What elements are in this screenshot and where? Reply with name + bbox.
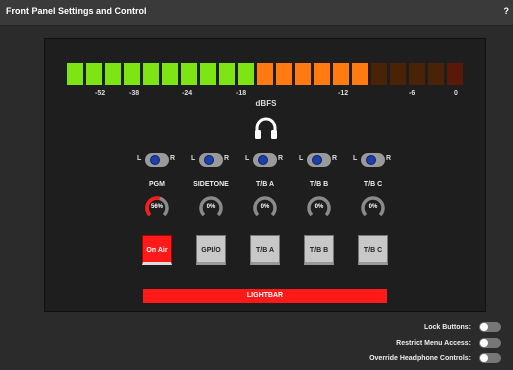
channel-button-tb-b[interactable]: T/B B bbox=[304, 235, 334, 265]
pan-knob bbox=[258, 155, 268, 165]
meter-tick: -18 bbox=[236, 90, 247, 97]
meter-tick: -52 bbox=[95, 90, 106, 97]
meter-segment bbox=[371, 63, 387, 85]
channel-button-tb-a[interactable]: T/B A bbox=[250, 235, 280, 265]
channel-button-sidetone[interactable]: GPI/O bbox=[196, 235, 226, 265]
level-dial-tb-b[interactable]: 0% bbox=[306, 195, 332, 221]
headphones-icon bbox=[255, 117, 277, 139]
pan-left-label: L bbox=[299, 155, 304, 162]
pan-knob bbox=[312, 155, 322, 165]
pan-right-label: R bbox=[224, 155, 230, 162]
pan-knob bbox=[366, 155, 376, 165]
meter-tick: -38 bbox=[129, 90, 140, 97]
pan-left-label: L bbox=[245, 155, 250, 162]
level-dial-tb-c[interactable]: 0% bbox=[360, 195, 386, 221]
dial-value: 56% bbox=[150, 204, 163, 210]
lock-buttons-label: Lock Buttons: bbox=[423, 324, 471, 331]
meter-segment bbox=[200, 63, 216, 85]
lock-buttons-toggle[interactable] bbox=[479, 322, 501, 332]
channel-button-tb-c[interactable]: T/B C bbox=[358, 235, 388, 265]
meter-segment bbox=[181, 63, 197, 85]
pan-right-label: R bbox=[278, 155, 284, 162]
pan-slider-tb-c[interactable] bbox=[361, 153, 385, 167]
help-button[interactable]: ? bbox=[504, 6, 510, 16]
meter-segment bbox=[409, 63, 425, 85]
restrict-menu-toggle[interactable] bbox=[479, 338, 501, 348]
lightbar-button[interactable]: LIGHTBAR bbox=[143, 289, 387, 303]
meter-segment bbox=[143, 63, 159, 85]
meter-segment bbox=[257, 63, 273, 85]
pan-knob bbox=[204, 155, 214, 165]
pan-right-label: R bbox=[332, 155, 338, 162]
meter-segment bbox=[86, 63, 102, 85]
meter-tick: 0 bbox=[454, 90, 458, 97]
meter-segment bbox=[428, 63, 444, 85]
meter-segment bbox=[162, 63, 178, 85]
pan-slider-pgm[interactable] bbox=[145, 153, 169, 167]
meter-tick: -6 bbox=[409, 90, 416, 97]
restrict-menu-label: Restrict Menu Access: bbox=[396, 340, 471, 347]
pan-knob bbox=[150, 155, 160, 165]
pan-slider-tb-a[interactable] bbox=[253, 153, 277, 167]
dial-value: 0% bbox=[314, 204, 324, 210]
channel-name-tb-b: T/B B bbox=[309, 181, 329, 188]
meter-tick: -12 bbox=[338, 90, 349, 97]
control-panel: -52 -38 -24 -18 -12 -6 0 dBFS L R PGM 56% On… bbox=[44, 38, 486, 312]
level-dial-pgm[interactable]: 56% bbox=[144, 195, 170, 221]
meter-unit-label: dBFS bbox=[255, 99, 277, 108]
dial-value: 0% bbox=[260, 204, 270, 210]
pan-right-label: R bbox=[170, 155, 176, 162]
pan-right-label: R bbox=[386, 155, 392, 162]
channel-name-sidetone: SIDETONE bbox=[193, 181, 229, 188]
channel-name-tb-c: T/B C bbox=[363, 181, 383, 188]
meter-segment bbox=[276, 63, 292, 85]
dial-value: 0% bbox=[206, 204, 216, 210]
toggle-knob bbox=[480, 354, 488, 362]
dial-value: 0% bbox=[368, 204, 378, 210]
pan-slider-tb-b[interactable] bbox=[307, 153, 331, 167]
meter-segment bbox=[352, 63, 368, 85]
override-headphone-label: Override Headphone Controls: bbox=[369, 355, 471, 362]
meter-segment bbox=[238, 63, 254, 85]
toggle-knob bbox=[480, 339, 488, 347]
pan-left-label: L bbox=[137, 155, 142, 162]
channel-name-tb-a: T/B A bbox=[255, 181, 275, 188]
override-headphone-toggle[interactable] bbox=[479, 353, 501, 363]
meter-segment bbox=[295, 63, 311, 85]
channel-button-pgm[interactable]: On Air bbox=[142, 235, 172, 265]
level-dial-tb-a[interactable]: 0% bbox=[252, 195, 278, 221]
meter-segment bbox=[390, 63, 406, 85]
title-bar: Front Panel Settings and Control ? bbox=[0, 0, 513, 26]
pan-left-label: L bbox=[353, 155, 358, 162]
meter-segment bbox=[447, 63, 463, 85]
meter-segment bbox=[105, 63, 121, 85]
pan-left-label: L bbox=[191, 155, 196, 162]
toggle-knob bbox=[480, 323, 488, 331]
meter-tick: -24 bbox=[182, 90, 193, 97]
meter-segment bbox=[219, 63, 235, 85]
meter-segment bbox=[314, 63, 330, 85]
meter-segment bbox=[67, 63, 83, 85]
pan-slider-sidetone[interactable] bbox=[199, 153, 223, 167]
channel-name-pgm: PGM bbox=[149, 181, 165, 188]
meter-segment bbox=[124, 63, 140, 85]
level-dial-sidetone[interactable]: 0% bbox=[198, 195, 224, 221]
window-title: Front Panel Settings and Control bbox=[6, 6, 147, 16]
meter-segment bbox=[333, 63, 349, 85]
